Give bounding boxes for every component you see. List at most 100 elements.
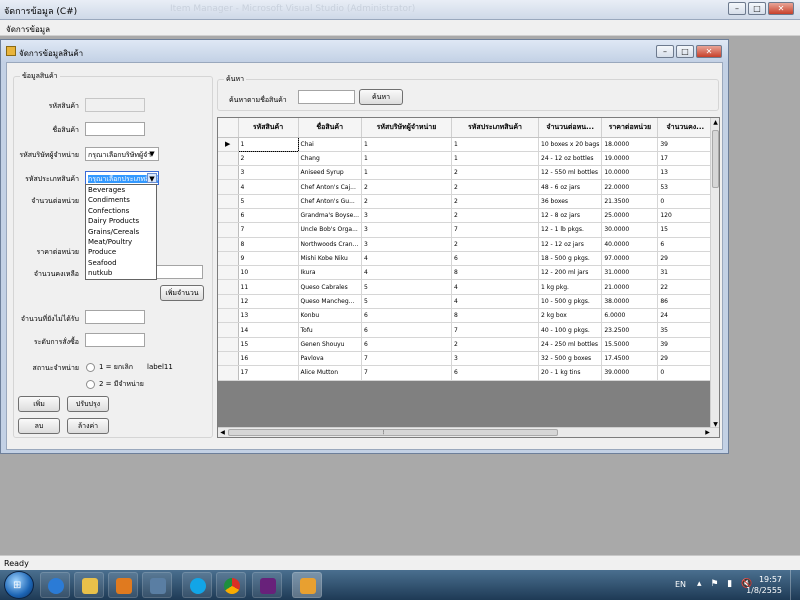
scroll-up-icon[interactable]: ▲ (711, 118, 719, 127)
category-option[interactable]: Condiments (86, 195, 156, 205)
table-cell[interactable]: 12 - 200 ml jars (538, 265, 603, 281)
app-task-icon[interactable] (292, 572, 322, 598)
menu-item-manage-data[interactable]: จัดการข้อมูล (6, 23, 50, 36)
table-cell[interactable]: 31 (657, 265, 714, 281)
table-row[interactable]: 3 Aniseed Syrup 1 2 12 - 550 ml bottles 10.00… (218, 165, 714, 181)
table-cell[interactable]: Aniseed Syrup (298, 165, 362, 181)
table-cell[interactable]: 29 (657, 251, 714, 267)
delete-button[interactable]: ลบ (18, 418, 60, 434)
table-cell[interactable]: 7 (238, 222, 299, 238)
supplier-select[interactable]: กรุณาเลือกบริษัทผู้จำ ▼ (85, 147, 159, 161)
table-cell[interactable]: Mishi Kobe Niku (298, 251, 362, 267)
row-header[interactable] (218, 308, 239, 324)
row-header[interactable]: ▶ (218, 137, 239, 152)
horizontal-scroll-thumb[interactable] (228, 429, 558, 436)
table-row[interactable]: 8 Northwoods Cran... 3 2 12 - 12 oz jars 40.0… (218, 237, 714, 252)
table-cell[interactable]: 4 (361, 251, 452, 267)
table-row[interactable]: 7 Uncle Bob's Orga... 3 7 12 - 1 lb pkgs. 30.… (218, 222, 714, 238)
table-cell[interactable]: 8 (238, 237, 299, 252)
row-header[interactable] (218, 151, 239, 167)
category-option[interactable]: Dairy Products (86, 216, 156, 226)
table-cell[interactable]: 12 - 8 oz jars (538, 208, 603, 224)
radio-cancel-dot[interactable] (86, 363, 95, 372)
category-option[interactable]: Beverages (86, 185, 156, 195)
table-cell[interactable]: 6 (657, 237, 714, 252)
table-cell[interactable]: 7 (451, 322, 539, 338)
search-input[interactable] (298, 90, 355, 104)
table-cell[interactable]: 17 (657, 151, 714, 167)
table-cell[interactable]: 14 (238, 322, 299, 338)
table-row[interactable]: 4 Chef Anton's Caj... 2 2 48 - 6 oz jars 22.0… (218, 179, 714, 195)
row-header[interactable] (218, 322, 239, 338)
table-cell[interactable]: 15.5000 (601, 337, 659, 352)
row-header[interactable] (218, 237, 239, 252)
category-option[interactable]: nutkub (86, 268, 156, 278)
table-row[interactable]: 2 Chang 1 1 24 - 12 oz bottles 19.0000 17 (218, 151, 714, 167)
table-cell[interactable]: 3 (361, 237, 452, 252)
table-cell[interactable]: 16 (238, 351, 299, 367)
table-cell[interactable]: 0 (657, 365, 714, 381)
scroll-right-icon[interactable]: ▶ (703, 428, 712, 437)
table-cell[interactable]: 1 (361, 137, 452, 152)
chevron-down-icon[interactable]: ▼ (147, 149, 157, 159)
table-cell[interactable]: 39 (657, 137, 714, 152)
table-cell[interactable]: 2 (238, 151, 299, 167)
scroll-left-icon[interactable]: ◀ (218, 428, 227, 437)
table-cell[interactable]: 10 boxes x 20 bags (538, 137, 603, 152)
category-option[interactable]: Seafood (86, 258, 156, 268)
table-cell[interactable]: Ikura (298, 265, 362, 281)
table-cell[interactable]: Northwoods Cran... (298, 237, 362, 252)
row-header[interactable] (218, 294, 239, 310)
table-cell[interactable]: Chai (298, 137, 362, 152)
table-cell[interactable]: 3 (238, 165, 299, 181)
table-cell[interactable]: Chef Anton's Gu... (298, 194, 362, 209)
row-header[interactable] (218, 208, 239, 224)
table-cell[interactable]: 24 - 250 ml bottles (538, 337, 603, 352)
column-header[interactable]: จำนวนคง... (657, 118, 714, 138)
table-cell[interactable]: 18 - 500 g pkgs. (538, 251, 603, 267)
table-cell[interactable]: 6 (361, 337, 452, 352)
table-cell[interactable]: Queso Mancheg... (298, 294, 362, 310)
row-header[interactable] (218, 365, 239, 381)
grid-vertical-scrollbar[interactable]: ▲ ▼ (710, 118, 719, 429)
table-cell[interactable]: 39.0000 (601, 365, 659, 381)
product-name-field[interactable] (85, 122, 145, 136)
table-row[interactable]: 16 Pavlova 7 3 32 - 500 g boxes 17.4500 29 (218, 351, 714, 367)
table-cell[interactable]: 3 (361, 222, 452, 238)
table-cell[interactable]: 5 (361, 294, 452, 310)
table-cell[interactable]: 17 (238, 365, 299, 381)
table-cell[interactable]: Grandma's Boyse... (298, 208, 362, 224)
table-cell[interactable]: 31.0000 (601, 265, 659, 281)
table-cell[interactable]: 6.0000 (601, 308, 659, 324)
app-minimize-button[interactable]: – (728, 2, 746, 15)
table-cell[interactable]: 5 (238, 194, 299, 209)
table-row[interactable]: ▶ 1 Chai 1 1 10 boxes x 20 bags 18.0000 39 (218, 136, 714, 152)
table-cell[interactable]: Chang (298, 151, 362, 167)
table-row[interactable]: 14 Tofu 6 7 40 - 100 g pkgs. 23.2500 35 (218, 322, 714, 338)
add-qty-button[interactable]: เพิ่มจำนวน (160, 285, 204, 301)
table-cell[interactable]: 7 (451, 222, 539, 238)
table-cell[interactable]: 4 (361, 265, 452, 281)
table-cell[interactable]: 35 (657, 322, 714, 338)
skype-icon[interactable] (182, 572, 212, 598)
table-cell[interactable]: 1 (361, 151, 452, 167)
table-cell[interactable]: 48 - 6 oz jars (538, 179, 603, 195)
table-cell[interactable]: 53 (657, 179, 714, 195)
table-cell[interactable]: 0 (657, 194, 714, 209)
table-cell[interactable]: 2 (451, 337, 539, 352)
table-cell[interactable]: 17.4500 (601, 351, 659, 367)
table-cell[interactable]: 23.2500 (601, 322, 659, 338)
table-cell[interactable]: 30.0000 (601, 222, 659, 238)
category-option[interactable]: Meat/Poultry (86, 237, 156, 247)
app-close-button[interactable]: ✕ (768, 2, 794, 15)
table-cell[interactable]: 2 (361, 194, 452, 209)
table-cell[interactable]: Tofu (298, 322, 362, 338)
table-cell[interactable]: Alice Mutton (298, 365, 362, 381)
chrome-icon[interactable] (216, 572, 246, 598)
column-header[interactable]: รหัสสินค้า (238, 118, 299, 138)
table-cell[interactable]: 29 (657, 351, 714, 367)
units-on-order-field[interactable] (85, 310, 145, 324)
table-cell[interactable]: 4 (451, 279, 539, 295)
table-cell[interactable]: Konbu (298, 308, 362, 324)
table-cell[interactable]: 10.0000 (601, 165, 659, 181)
